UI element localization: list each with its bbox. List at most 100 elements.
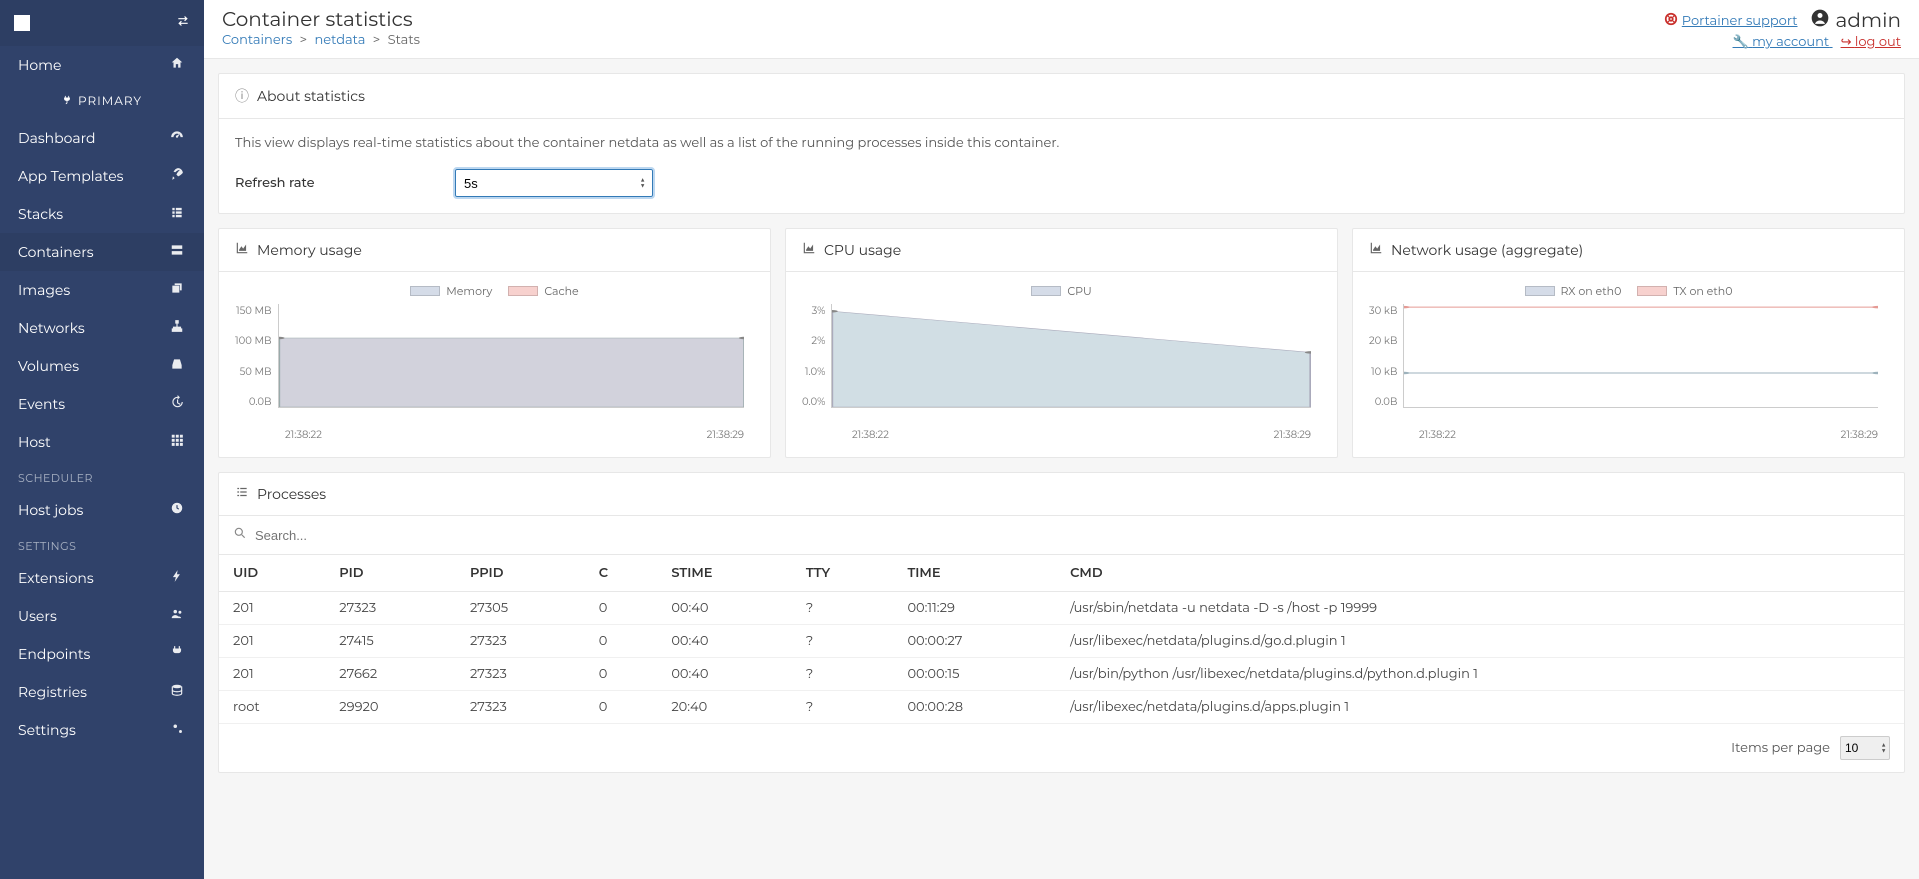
chart-icon bbox=[235, 241, 249, 259]
log-out-link[interactable]: ↪ log out bbox=[1841, 34, 1901, 50]
sitemap-icon bbox=[168, 319, 186, 337]
topbar: Container statistics Containers > netdat… bbox=[204, 0, 1919, 59]
memory-x-axis: 21:38:22 21:38:29 bbox=[235, 428, 754, 441]
lifebuoy-icon bbox=[1664, 12, 1678, 30]
col-stime[interactable]: STIME bbox=[657, 555, 792, 592]
sidebar-item-settings[interactable]: Settings bbox=[0, 711, 204, 749]
username: admin bbox=[1810, 8, 1901, 34]
sidebar-item-extensions[interactable]: Extensions bbox=[0, 559, 204, 597]
plug-icon bbox=[62, 94, 72, 109]
rocket-icon bbox=[168, 167, 186, 185]
table-header-row: UID PID PPID C STIME TTY TIME CMD bbox=[219, 555, 1904, 592]
sidebar-item-users[interactable]: Users bbox=[0, 597, 204, 635]
sidebar-item-host-jobs[interactable]: Host jobs bbox=[0, 491, 204, 529]
about-panel: ⓘ About statistics This view displays re… bbox=[218, 73, 1905, 214]
col-uid[interactable]: UID bbox=[219, 555, 325, 592]
sidebar-primary-label: PRIMARY bbox=[0, 84, 204, 119]
tasks-icon bbox=[235, 485, 249, 503]
sidebar-item-host[interactable]: Host bbox=[0, 423, 204, 461]
sidebar-item-label: Extensions bbox=[18, 569, 94, 587]
items-per-page-select[interactable]: 10 bbox=[1840, 736, 1890, 760]
sidebar-item-volumes[interactable]: Volumes bbox=[0, 347, 204, 385]
breadcrumb-containers[interactable]: Containers bbox=[222, 32, 292, 48]
about-panel-header: ⓘ About statistics bbox=[219, 74, 1904, 119]
col-time[interactable]: TIME bbox=[893, 555, 1056, 592]
sidebar-item-events[interactable]: Events bbox=[0, 385, 204, 423]
refresh-rate-select[interactable]: 5s bbox=[455, 169, 653, 197]
history-icon bbox=[168, 395, 186, 413]
plug-icon bbox=[168, 645, 186, 663]
table-row: 2012732327305000:40?00:11:29/usr/sbin/ne… bbox=[219, 592, 1904, 625]
page-title: Container statistics bbox=[222, 8, 420, 32]
sidebar-item-label: Endpoints bbox=[18, 645, 90, 663]
refresh-rate-label: Refresh rate bbox=[235, 175, 455, 191]
sidebar-item-label: Dashboard bbox=[18, 129, 96, 147]
sidebar-item-images[interactable]: Images bbox=[0, 271, 204, 309]
processes-table: UID PID PPID C STIME TTY TIME CMD 201273… bbox=[219, 555, 1904, 724]
sidebar-item-label: Home bbox=[18, 56, 61, 74]
memory-panel: Memory usage Memory Cache 150 MB 100 MB … bbox=[218, 228, 771, 458]
sidebar-item-label: Volumes bbox=[18, 357, 79, 375]
sidebar-section-scheduler: SCHEDULER bbox=[0, 461, 204, 491]
sidebar-item-stacks[interactable]: Stacks bbox=[0, 195, 204, 233]
memory-title: Memory usage bbox=[257, 241, 362, 259]
memory-y-axis: 150 MB 100 MB 50 MB 0.0B bbox=[235, 304, 278, 408]
chart-icon bbox=[1369, 241, 1383, 259]
wrench-icon: 🔧 bbox=[1733, 34, 1749, 50]
support-link[interactable]: Portainer support bbox=[1664, 12, 1798, 30]
sidebar-item-label: Images bbox=[18, 281, 70, 299]
items-per-page-label: Items per page bbox=[1731, 740, 1830, 756]
cpu-panel: CPU usage CPU 3% 2% 1.0% 0.0% bbox=[785, 228, 1338, 458]
sidebar-item-label: App Templates bbox=[18, 167, 124, 185]
col-tty[interactable]: TTY bbox=[792, 555, 894, 592]
clock-icon bbox=[168, 501, 186, 519]
sidebar-item-label: Settings bbox=[18, 721, 76, 739]
sidebar-item-registries[interactable]: Registries bbox=[0, 673, 204, 711]
network-title: Network usage (aggregate) bbox=[1391, 241, 1583, 259]
sidebar-item-label: Host bbox=[18, 433, 51, 451]
database-icon bbox=[168, 683, 186, 701]
sidebar: Home PRIMARY Dashboard App Templates Sta… bbox=[0, 0, 204, 879]
search-icon bbox=[233, 526, 247, 544]
sidebar-item-label: Registries bbox=[18, 683, 87, 701]
sidebar-item-label: Host jobs bbox=[18, 501, 83, 519]
sidebar-item-label: Users bbox=[18, 607, 57, 625]
sidebar-item-label: Networks bbox=[18, 319, 85, 337]
my-account-link[interactable]: 🔧 my account bbox=[1733, 34, 1833, 50]
search-input[interactable] bbox=[255, 528, 555, 543]
sidebar-item-dashboard[interactable]: Dashboard bbox=[0, 119, 204, 157]
table-row: root2992027323020:40?00:00:28/usr/libexe… bbox=[219, 691, 1904, 724]
memory-legend: Memory Cache bbox=[235, 284, 754, 298]
logo-icon bbox=[14, 15, 30, 31]
col-cmd[interactable]: CMD bbox=[1056, 555, 1904, 592]
col-pid[interactable]: PID bbox=[325, 555, 456, 592]
sidebar-item-containers[interactable]: Containers bbox=[0, 233, 204, 271]
sidebar-header bbox=[0, 0, 204, 46]
network-x-axis: 21:38:22 21:38:29 bbox=[1369, 428, 1888, 441]
sidebar-item-label: Stacks bbox=[18, 205, 63, 223]
th-icon bbox=[168, 433, 186, 451]
table-row: 2012766227323000:40?00:00:15/usr/bin/pyt… bbox=[219, 658, 1904, 691]
clone-icon bbox=[168, 281, 186, 299]
col-ppid[interactable]: PPID bbox=[456, 555, 585, 592]
breadcrumb-container-name[interactable]: netdata bbox=[315, 32, 366, 48]
memory-plot bbox=[278, 304, 744, 408]
hdd-icon bbox=[168, 357, 186, 375]
sidebar-item-endpoints[interactable]: Endpoints bbox=[0, 635, 204, 673]
sidebar-item-networks[interactable]: Networks bbox=[0, 309, 204, 347]
bolt-icon bbox=[168, 569, 186, 587]
list-icon bbox=[168, 205, 186, 223]
user-icon bbox=[1810, 8, 1830, 34]
sidebar-item-app-templates[interactable]: App Templates bbox=[0, 157, 204, 195]
col-c[interactable]: C bbox=[585, 555, 658, 592]
sidebar-item-home[interactable]: Home bbox=[0, 46, 204, 84]
cpu-legend: CPU bbox=[802, 284, 1321, 298]
network-legend: RX on eth0 TX on eth0 bbox=[1369, 284, 1888, 298]
users-icon bbox=[168, 607, 186, 625]
chart-icon bbox=[802, 241, 816, 259]
processes-panel: Processes UID PID PPID C STIME TTY TIME bbox=[218, 472, 1905, 773]
cpu-y-axis: 3% 2% 1.0% 0.0% bbox=[802, 304, 831, 408]
collapse-icon[interactable] bbox=[176, 14, 190, 32]
network-y-axis: 30 kB 20 kB 10 kB 0.0B bbox=[1369, 304, 1403, 408]
cpu-plot bbox=[831, 304, 1311, 408]
